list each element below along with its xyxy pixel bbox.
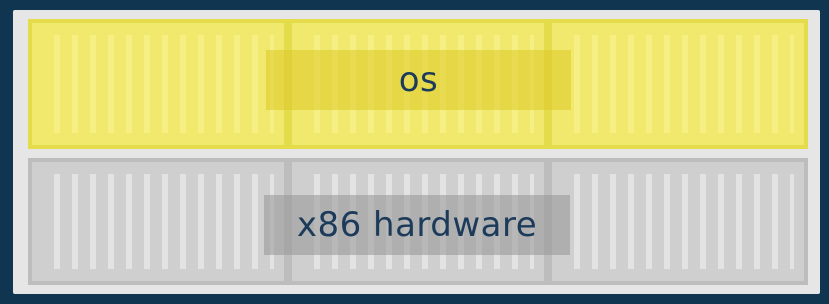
ribs bbox=[42, 174, 274, 269]
os-block-1 bbox=[28, 19, 288, 149]
hardware-block-1 bbox=[28, 158, 288, 285]
hardware-label: x86 hardware bbox=[264, 195, 570, 255]
ribs bbox=[562, 35, 794, 133]
os-label: os bbox=[266, 50, 571, 110]
ribs bbox=[42, 35, 274, 133]
hardware-block-3 bbox=[548, 158, 808, 285]
os-block-3 bbox=[548, 19, 808, 149]
ribs bbox=[562, 174, 794, 269]
